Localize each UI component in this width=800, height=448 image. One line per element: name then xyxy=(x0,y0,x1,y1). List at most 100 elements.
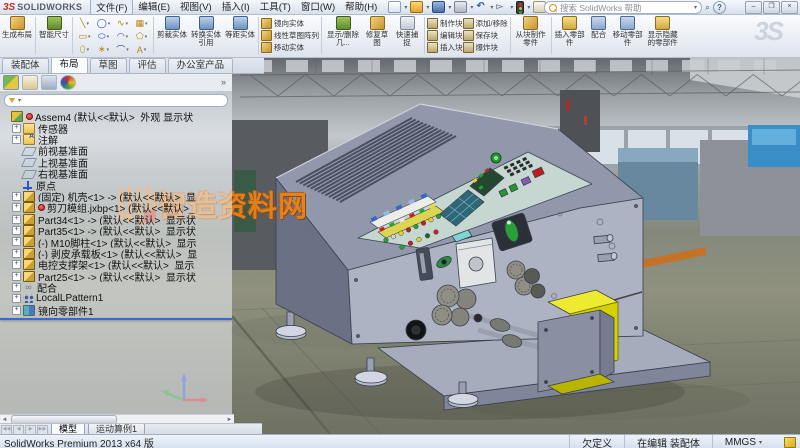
dropdown-caret[interactable]: ▾ xyxy=(426,4,429,11)
menu-item-0[interactable]: 文件(F) xyxy=(90,0,133,15)
tab-草图[interactable]: 草图 xyxy=(90,58,127,73)
polygon-icon[interactable]: ⬠▾ xyxy=(132,30,151,43)
ellipse-icon[interactable]: ⬭▾ xyxy=(94,30,113,43)
panel-chevron[interactable]: » xyxy=(221,77,226,87)
filter-caret[interactable]: ▾ xyxy=(18,97,21,104)
ribbon-button-镜向实体[interactable]: 镜向实体 xyxy=(261,18,319,29)
dropdown-caret[interactable]: ▾ xyxy=(404,4,407,11)
spline-icon[interactable]: ∿▾ xyxy=(113,17,132,30)
tree-item-17[interactable]: +镜向零部件1 xyxy=(0,305,232,316)
scroll-right-arrow[interactable]: ► xyxy=(225,417,234,423)
dropdown-caret[interactable]: ▾ xyxy=(87,47,90,53)
expand-toggle[interactable]: + xyxy=(12,283,21,292)
expand-toggle[interactable]: + xyxy=(12,192,21,201)
dropdown-caret[interactable]: ▾ xyxy=(527,4,530,11)
ribbon-button-快速捕捉[interactable]: 快速捕捉 xyxy=(393,15,421,47)
menu-item-6[interactable]: 帮助(H) xyxy=(340,0,382,15)
expand-toggle[interactable]: + xyxy=(12,135,21,144)
tree-item-13[interactable]: +电控支撑架<1> (默认<<默认>_显示 xyxy=(0,259,232,270)
expand-toggle[interactable]: + xyxy=(12,237,21,246)
dropdown-caret[interactable]: ▾ xyxy=(107,47,110,53)
dropdown-caret[interactable]: ▾ xyxy=(126,21,129,27)
ribbon-button-插入零部件[interactable]: 插入零部件 xyxy=(555,15,585,47)
select-icon[interactable]: ▻ xyxy=(496,2,507,12)
dropdown-caret[interactable]: ▾ xyxy=(86,21,89,27)
ribbon-button-插入块[interactable]: 插入块 xyxy=(427,42,463,53)
dropdown-caret[interactable]: ▾ xyxy=(144,47,147,53)
ribbon-button-线性草图阵列[interactable]: 线性草图阵列 xyxy=(261,30,319,41)
tree-item-2[interactable]: +注解 xyxy=(0,134,232,145)
expand-toggle[interactable]: + xyxy=(12,124,21,133)
ribbon-button-智能尺寸[interactable]: 智能尺寸 xyxy=(39,15,69,39)
text-icon[interactable]: A▾ xyxy=(132,43,151,56)
save-icon[interactable] xyxy=(432,1,445,13)
tree-item-1[interactable]: +传感器 xyxy=(0,122,232,133)
search-button[interactable]: ⌕ xyxy=(705,2,710,13)
arc-icon[interactable]: ◠▾ xyxy=(113,30,132,43)
ribbon-button-爆炸块[interactable]: 爆炸块 xyxy=(463,42,508,53)
fillet-icon[interactable]: ⌒▾ xyxy=(113,43,132,56)
dropdown-caret[interactable]: ▾ xyxy=(108,21,111,27)
ribbon-button-转换实体引用[interactable]: 转换实体引用 xyxy=(189,15,223,47)
panel-splitter[interactable] xyxy=(0,318,232,320)
expand-toggle[interactable]: + xyxy=(12,294,21,303)
configurationmanager-icon[interactable] xyxy=(41,75,57,90)
print-icon[interactable] xyxy=(454,1,467,13)
tree-item-10[interactable]: +Part35<1> -> (默认<<默认>_显示状 xyxy=(0,225,232,236)
ribbon-button-配合[interactable]: 配合 xyxy=(587,15,611,39)
dropdown-caret[interactable]: ▾ xyxy=(88,34,91,40)
search-dropdown-caret[interactable]: ▾ xyxy=(694,4,697,11)
tree-item-16[interactable]: +LocalLPattern1 xyxy=(0,293,232,304)
tab-nav-first[interactable]: ◀◀ xyxy=(1,425,12,435)
tree-item-9[interactable]: +Part34<1> -> (默认<<默认>_显示状 xyxy=(0,214,232,225)
ribbon-button-移动实体[interactable]: 移动实体 xyxy=(261,42,319,53)
tree-item-12[interactable]: +(-) 剥皮承载板<1> (默认<<默认>_显 xyxy=(0,248,232,259)
dropdown-caret[interactable]: ▾ xyxy=(470,4,473,11)
menu-item-2[interactable]: 视图(V) xyxy=(175,0,217,15)
point-icon[interactable]: ∗▾ xyxy=(94,43,113,56)
status-item-2[interactable]: MMGS▾ xyxy=(712,435,774,448)
tab-nav-next[interactable]: ▶ xyxy=(25,425,36,435)
tree-item-7[interactable]: +(固定) 机壳<1> -> (默认<<默认>_显 xyxy=(0,191,232,202)
featuremanager-tree-icon[interactable] xyxy=(3,75,19,90)
ribbon-button-等距实体[interactable]: 等距实体 xyxy=(225,15,255,39)
dropdown-caret[interactable]: ▾ xyxy=(490,4,493,11)
tree-item-14[interactable]: +Part25<1> -> (默认<<默认>_显示状 xyxy=(0,270,232,281)
dropdown-caret[interactable]: ▾ xyxy=(145,34,148,40)
help-button[interactable]: ? xyxy=(713,1,726,14)
dropdown-caret[interactable]: ▾ xyxy=(107,34,110,40)
line-icon[interactable]: ╲▾ xyxy=(75,17,94,30)
tree-item-0[interactable]: Assem4 (默认<<默认>_外观 显示状 xyxy=(0,111,232,122)
rectangle-icon[interactable]: ▭▾ xyxy=(75,30,94,43)
ribbon-button-修复草图[interactable]: 修复草图 xyxy=(363,15,391,47)
tree-item-4[interactable]: 上视基准面 xyxy=(0,157,232,168)
dropdown-caret[interactable]: ▾ xyxy=(145,21,148,27)
ribbon-button-显示/删除几...[interactable]: 显示/删除几... xyxy=(325,15,361,47)
tree-item-15[interactable]: +∞配合 xyxy=(0,282,232,293)
dropdown-caret[interactable]: ▾ xyxy=(126,47,129,53)
units-dropdown-caret[interactable]: ▾ xyxy=(759,439,762,446)
tree-item-11[interactable]: +(-) M10脚柱<1> (默认<<默认>_显示 xyxy=(0,236,232,247)
restore-button[interactable]: ❐ xyxy=(763,1,780,14)
expand-toggle[interactable]: + xyxy=(12,272,21,281)
ribbon-button-剪裁实体[interactable]: 剪裁实体 xyxy=(157,15,187,39)
status-tag-icon[interactable] xyxy=(784,437,796,448)
tree-item-3[interactable]: 前视基准面 xyxy=(0,145,232,156)
expand-toggle[interactable]: + xyxy=(12,306,21,315)
rebuild-traffic-light-icon[interactable] xyxy=(516,1,524,14)
sketch-picture-icon[interactable]: ▦▾ xyxy=(132,17,151,30)
scroll-left-arrow[interactable]: ◄ xyxy=(0,417,9,423)
ribbon-button-添加/移除[interactable]: 添加/移除 xyxy=(463,18,508,29)
ribbon-button-制作块[interactable]: 制作块 xyxy=(427,18,463,29)
dropdown-caret[interactable]: ▾ xyxy=(126,34,129,40)
tab-nav-last[interactable]: ▶▶ xyxy=(37,425,48,435)
expand-toggle[interactable]: + xyxy=(12,203,21,212)
expand-toggle[interactable]: + xyxy=(12,226,21,235)
expand-toggle[interactable]: + xyxy=(12,249,21,258)
ribbon-button-生成布局[interactable]: 生成布局 xyxy=(2,15,32,39)
close-button[interactable]: × xyxy=(781,1,798,14)
tree-filter-input[interactable]: ▾ xyxy=(4,94,228,107)
tree-item-8[interactable]: +剪刀模组.jxbp<1> (默认<<默认>_ xyxy=(0,202,232,213)
open-icon[interactable] xyxy=(410,1,423,13)
new-icon[interactable] xyxy=(388,1,401,13)
